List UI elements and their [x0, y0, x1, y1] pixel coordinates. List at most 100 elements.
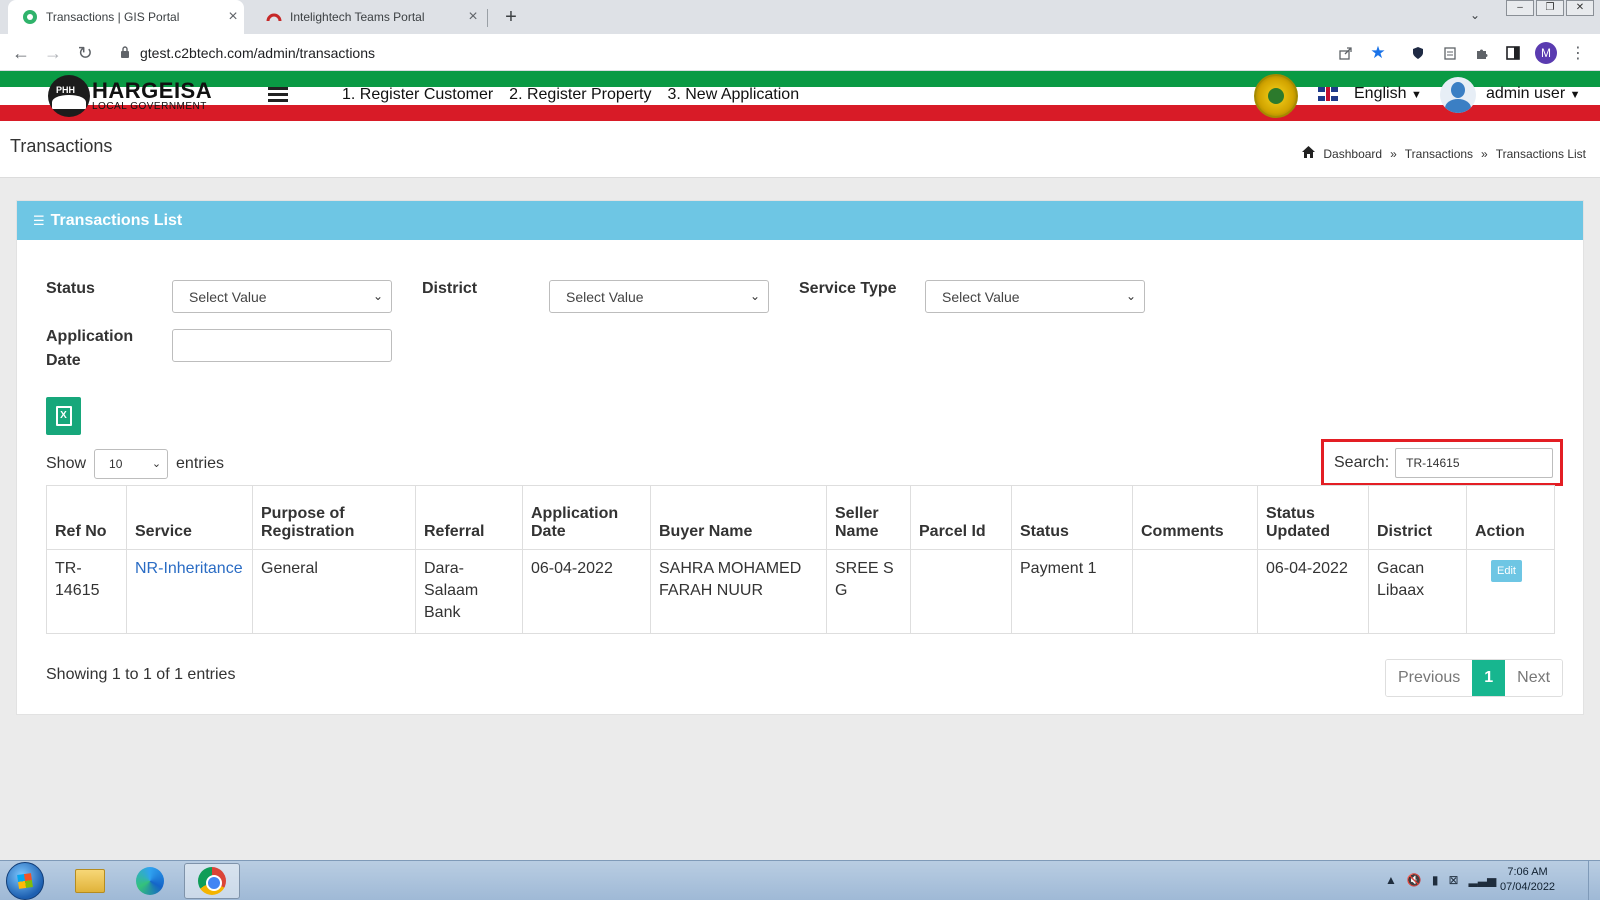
close-tab-icon[interactable]: × — [462, 8, 484, 26]
column-service[interactable]: Service — [126, 485, 253, 550]
cell-status: Payment 1 — [1011, 549, 1133, 634]
search-box-highlight: Search: TR-14615 — [1321, 439, 1563, 486]
system-tray: ▲ 🔇 ▮ ⊠ ▂▃▅ — [1385, 873, 1496, 887]
breadcrumb-transactions[interactable]: Transactions — [1405, 147, 1473, 161]
column-seller-name[interactable]: Seller Name — [826, 485, 911, 550]
side-panel-icon[interactable] — [1503, 43, 1523, 63]
back-arrow-icon[interactable]: ← — [10, 42, 32, 64]
column-comments[interactable]: Comments — [1132, 485, 1258, 550]
hamburger-menu-icon[interactable] — [268, 87, 288, 105]
nav-new-application[interactable]: 3. New Application — [667, 86, 799, 104]
close-window-icon[interactable]: ✕ — [1566, 0, 1594, 16]
chevron-down-icon: ⌄ — [151, 458, 162, 470]
cell-status-updated: 06-04-2022 — [1257, 549, 1369, 634]
edit-button[interactable]: Edit — [1491, 560, 1522, 582]
pagination-previous[interactable]: Previous — [1386, 660, 1473, 696]
column-referral[interactable]: Referral — [415, 485, 523, 550]
extensions-puzzle-icon[interactable] — [1472, 43, 1492, 63]
forward-arrow-icon[interactable]: → — [42, 42, 64, 64]
card-header: ☰ Transactions List — [17, 201, 1583, 240]
reload-icon[interactable]: ↻ — [74, 42, 96, 64]
user-menu-dropdown[interactable]: admin user ▼ — [1486, 85, 1581, 103]
browser-tab-teams-portal[interactable]: Intelightech Teams Portal × — [252, 0, 484, 34]
clipboard-extension-icon[interactable] — [1440, 43, 1460, 63]
battery-icon[interactable]: ▮ — [1432, 873, 1439, 887]
minimize-icon[interactable]: – — [1506, 0, 1534, 16]
column-parcel-id[interactable]: Parcel Id — [910, 485, 1012, 550]
district-filter-select[interactable]: Select Value ⌄ — [549, 280, 769, 313]
browser-tab-strip: Transactions | GIS Portal × Intelightech… — [0, 0, 1600, 34]
column-ref-no[interactable]: Ref No — [46, 485, 127, 550]
share-icon[interactable] — [1336, 43, 1356, 63]
tray-expand-icon[interactable]: ▲ — [1385, 873, 1397, 887]
url-text: gtest.c2btech.com/admin/transactions — [140, 45, 376, 61]
language-dropdown[interactable]: English ▼ — [1354, 85, 1422, 103]
window-controls: – ❐ ✕ — [1504, 0, 1594, 16]
restore-icon[interactable]: ❐ — [1536, 0, 1564, 16]
profile-avatar[interactable]: M — [1535, 42, 1557, 64]
edge-icon — [136, 867, 164, 895]
hargeisa-logo[interactable]: PHH HARGEISA LOCAL GOVERNMENT — [48, 75, 212, 117]
cell-service: NR-Inheritance — [126, 549, 253, 634]
start-button-icon[interactable] — [6, 862, 44, 900]
cell-buyer-name: SAHRA MOHAMED FARAH NUUR — [650, 549, 827, 634]
column-purpose[interactable]: Purpose of Registration — [252, 485, 416, 550]
user-avatar[interactable] — [1440, 77, 1476, 113]
nav-register-property[interactable]: 2. Register Property — [509, 86, 651, 104]
pagination-page-1[interactable]: 1 — [1472, 660, 1506, 696]
district-filter-value: Select Value — [566, 288, 644, 305]
service-link[interactable]: NR-Inheritance — [135, 560, 243, 577]
taskbar-clock[interactable]: 7:06 AM 07/04/2022 — [1500, 865, 1555, 895]
column-buyer-name[interactable]: Buyer Name — [650, 485, 827, 550]
search-input[interactable]: TR-14615 — [1395, 447, 1554, 478]
column-district[interactable]: District — [1368, 485, 1467, 550]
cell-referral: Dara-Salaam Bank — [415, 549, 523, 634]
transactions-card: ☰ Transactions List Status Select Value … — [16, 200, 1584, 715]
show-desktop-button[interactable] — [1588, 861, 1600, 900]
logo-subtitle: LOCAL GOVERNMENT — [92, 101, 207, 112]
volume-muted-icon[interactable]: 🔇 — [1407, 873, 1422, 887]
service-type-filter-select[interactable]: Select Value ⌄ — [925, 280, 1145, 313]
page-header: Transactions Dashboard » Transactions » … — [0, 121, 1600, 178]
top-navigation: 1. Register Customer 2. Register Propert… — [342, 86, 799, 104]
bookmark-star-icon[interactable]: ★ — [1368, 43, 1388, 63]
signal-bars-icon[interactable]: ▂▃▅ — [1469, 873, 1497, 887]
tab-search-chevron-icon[interactable]: ⌄ — [1470, 8, 1480, 22]
district-filter-label: District — [422, 280, 478, 297]
table-info: Showing 1 to 1 of 1 entries — [46, 666, 236, 683]
caret-down-icon: ▼ — [1569, 89, 1581, 101]
network-error-icon[interactable]: ⊠ — [1448, 873, 1458, 887]
export-excel-button[interactable]: X — [46, 397, 81, 435]
taskbar-edge[interactable] — [122, 863, 178, 899]
column-application-date[interactable]: Application Date — [522, 485, 651, 550]
browser-toolbar: ← → ↻ gtest.c2btech.com/admin/transactio… — [0, 34, 1600, 71]
breadcrumb-dashboard[interactable]: Dashboard — [1323, 147, 1382, 161]
logo-mark-icon: PHH — [48, 75, 90, 117]
breadcrumb-separator: » — [1481, 146, 1488, 161]
column-status[interactable]: Status — [1011, 485, 1133, 550]
user-name: admin user — [1486, 85, 1566, 102]
browser-tab-gis-portal[interactable]: Transactions | GIS Portal × — [8, 0, 244, 34]
chrome-icon — [198, 867, 226, 895]
tab-title: Transactions | GIS Portal — [46, 10, 180, 24]
entries-length-control: Show 10 ⌄ entries — [46, 449, 224, 479]
search-label: Search: — [1334, 453, 1390, 471]
pagination-next[interactable]: Next — [1505, 660, 1563, 696]
home-icon — [1302, 146, 1316, 161]
new-tab-button[interactable]: + — [498, 4, 524, 30]
browser-menu-icon[interactable]: ⋮ — [1568, 43, 1588, 63]
status-filter-value: Select Value — [189, 288, 267, 305]
taskbar-chrome[interactable] — [184, 863, 240, 899]
taskbar-file-explorer[interactable] — [62, 863, 118, 899]
uk-flag-icon — [1318, 87, 1338, 101]
cell-district: Gacan Libaax — [1368, 549, 1467, 634]
breadcrumb: Dashboard » Transactions » Transactions … — [1302, 146, 1586, 161]
address-bar[interactable]: gtest.c2btech.com/admin/transactions — [112, 39, 1322, 67]
status-filter-select[interactable]: Select Value ⌄ — [172, 280, 392, 313]
column-status-updated[interactable]: Status Updated — [1257, 485, 1369, 550]
password-extension-icon[interactable] — [1408, 43, 1428, 63]
close-tab-icon[interactable]: × — [222, 8, 244, 26]
nav-register-customer[interactable]: 1. Register Customer — [342, 86, 493, 104]
application-date-input[interactable] — [172, 329, 392, 362]
entries-length-select[interactable]: 10 ⌄ — [94, 449, 169, 479]
